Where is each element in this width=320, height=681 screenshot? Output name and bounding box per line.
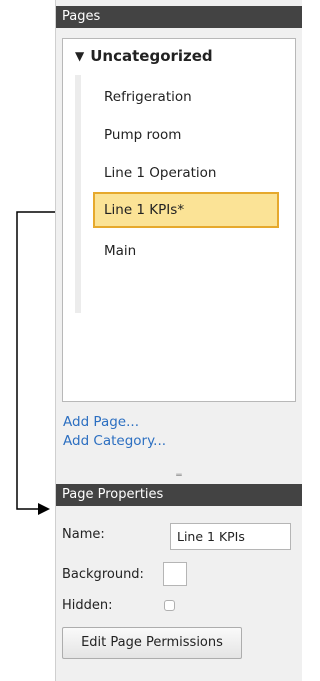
hidden-checkbox[interactable] xyxy=(164,600,175,611)
name-label: Name: xyxy=(62,527,105,542)
page-item-line1-operation[interactable]: Line 1 Operation xyxy=(104,165,217,181)
name-field[interactable] xyxy=(170,523,291,550)
hidden-label: Hidden: xyxy=(62,598,113,613)
page-item-main[interactable]: Main xyxy=(104,243,136,259)
splitter-handle[interactable]: ═ xyxy=(56,470,302,482)
add-category-link[interactable]: Add Category... xyxy=(63,433,166,449)
tree-guide-line xyxy=(75,75,81,313)
triangle-down-icon[interactable]: ▼ xyxy=(75,49,84,63)
background-label: Background: xyxy=(62,567,144,582)
category-label: Uncategorized xyxy=(90,47,213,65)
category-uncategorized[interactable]: ▼ Uncategorized xyxy=(75,47,213,65)
background-color-swatch[interactable] xyxy=(163,562,187,586)
page-item-refrigeration[interactable]: Refrigeration xyxy=(104,89,192,105)
pages-header: Pages xyxy=(56,6,302,28)
edit-page-permissions-button[interactable]: Edit Page Permissions xyxy=(62,627,242,659)
add-page-link[interactable]: Add Page... xyxy=(63,414,139,430)
page-item-pump-room[interactable]: Pump room xyxy=(104,127,181,143)
page-item-line1-kpis[interactable]: Line 1 KPIs* xyxy=(93,192,279,228)
page-properties-header: Page Properties xyxy=(56,484,302,506)
pages-tree: ▼ Uncategorized Refrigeration Pump room … xyxy=(62,38,296,402)
sidebar-panel: Pages ▼ Uncategorized Refrigeration Pump… xyxy=(55,0,302,681)
